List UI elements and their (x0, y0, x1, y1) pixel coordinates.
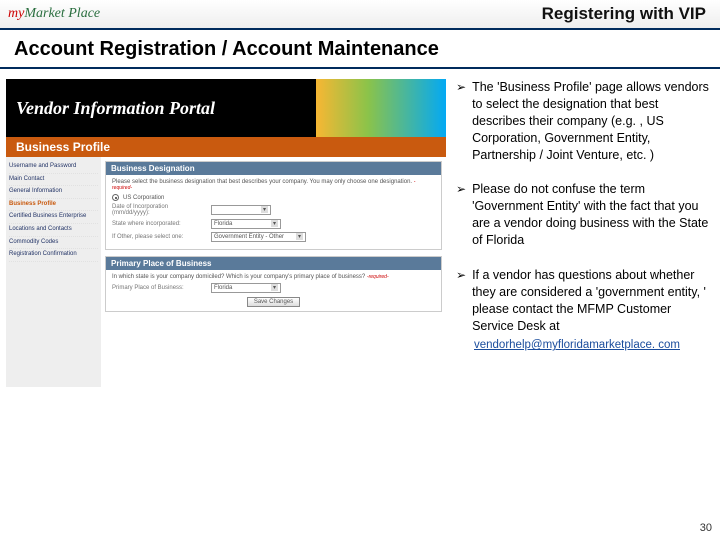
panel-question: In which state is your company domiciled… (112, 274, 435, 280)
vip-body: Username and Password Main Contact Gener… (6, 157, 446, 387)
radio-row: US Corporation (112, 194, 435, 201)
vip-screenshot: Vendor Information Portal Business Profi… (6, 79, 446, 387)
vip-banner-image (316, 79, 446, 137)
date-input[interactable] (211, 205, 271, 215)
radio-label: US Corporation (123, 195, 164, 201)
panel-body: Please select the business designation t… (106, 175, 441, 249)
panel-head: Business Designation (106, 162, 441, 175)
nav-item[interactable]: Commodity Codes (9, 237, 98, 250)
state-label: State where incorporated: (112, 221, 207, 227)
other-label: If Other, please select one: (112, 234, 207, 240)
nav-item[interactable]: Certified Business Enterprise (9, 211, 98, 224)
bullet-text: The 'Business Profile' page allows vendo… (472, 79, 710, 163)
content-row: Vendor Information Portal Business Profi… (0, 69, 720, 387)
nav-item[interactable]: Main Contact (9, 174, 98, 187)
page-number: 30 (700, 522, 712, 534)
email-link[interactable]: vendorhelp@myfloridamarketplace. com (474, 339, 680, 351)
pob-label: Primary Place of Business: (112, 285, 207, 291)
other-select[interactable]: Government Entity - Other (211, 232, 306, 242)
nav-item-active[interactable]: Business Profile (9, 199, 98, 212)
bullet-item: ➢ Please do not confuse the term 'Govern… (456, 181, 710, 249)
logo-marketplace: Market Place (24, 6, 100, 21)
state-select[interactable]: Florida (211, 219, 281, 229)
bullet-list: ➢ The 'Business Profile' page allows ven… (456, 79, 710, 387)
nav-item[interactable]: Locations and Contacts (9, 224, 98, 237)
vip-banner: Vendor Information Portal (6, 79, 446, 137)
bullet-icon: ➢ (456, 181, 466, 249)
vip-form-area: Business Designation Please select the b… (101, 157, 446, 387)
panel-primary-place: Primary Place of Business In which state… (105, 256, 442, 312)
date-label: Date of Incorporation (mm/dd/yyyy): (112, 204, 207, 216)
vip-subbar: Business Profile (6, 137, 446, 157)
bullet-text: If a vendor has questions about whether … (472, 267, 710, 335)
panel-head: Primary Place of Business (106, 257, 441, 270)
bullet-icon: ➢ (456, 267, 466, 335)
radio-us-corporation[interactable] (112, 194, 119, 201)
logo-my: my (8, 6, 24, 21)
nav-item[interactable]: Registration Confirmation (9, 249, 98, 262)
bullet-item: ➢ The 'Business Profile' page allows ven… (456, 79, 710, 163)
slide-title: Registering with VIP (542, 4, 712, 24)
logo: myMarket Place (8, 6, 100, 22)
page-heading: Account Registration / Account Maintenan… (0, 30, 720, 67)
panel-body: In which state is your company domiciled… (106, 270, 441, 311)
header-bar: myMarket Place Registering with VIP (0, 0, 720, 30)
required-marker: -required- (367, 274, 389, 280)
nav-item[interactable]: General Information (9, 186, 98, 199)
bullet-item: ➢ If a vendor has questions about whethe… (456, 267, 710, 335)
bullet-text: Please do not confuse the term 'Governme… (472, 181, 710, 249)
bullet-icon: ➢ (456, 79, 466, 163)
panel-instruction: Please select the business designation t… (112, 179, 435, 191)
pob-select[interactable]: Florida (211, 283, 281, 293)
panel-business-designation: Business Designation Please select the b… (105, 161, 442, 250)
vip-side-nav: Username and Password Main Contact Gener… (6, 157, 101, 387)
nav-item[interactable]: Username and Password (9, 161, 98, 174)
vip-banner-title: Vendor Information Portal (6, 79, 316, 137)
save-changes-button[interactable]: Save Changes (247, 297, 300, 307)
